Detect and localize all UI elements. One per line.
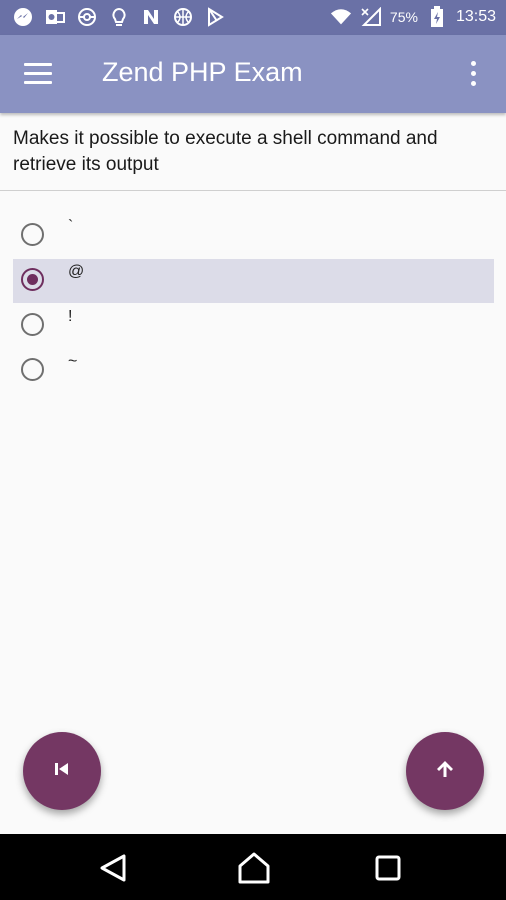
battery-percent: 75% <box>389 9 418 25</box>
skip-previous-icon <box>53 760 71 783</box>
app-title: Zend PHP Exam <box>102 57 303 87</box>
system-icons: 75% 13:53 <box>330 6 496 28</box>
radio-button[interactable] <box>21 223 44 246</box>
lightbulb-icon <box>108 6 130 28</box>
play-store-icon <box>204 6 226 28</box>
radio-button-checked[interactable] <box>21 268 44 291</box>
option-3[interactable]: ! <box>13 304 494 348</box>
answer-options: ` @ ! ~ <box>13 214 494 394</box>
menu-icon[interactable] <box>24 61 54 87</box>
clock: 13:53 <box>455 8 496 25</box>
arrow-up-icon <box>434 758 456 785</box>
app-bar: Zend PHP Exam <box>0 35 506 113</box>
outlook-icon <box>44 6 66 28</box>
signal-icon <box>360 6 382 28</box>
radio-button[interactable] <box>21 358 44 381</box>
n-app-icon <box>140 6 162 28</box>
previous-question-button[interactable] <box>23 732 101 810</box>
option-label: ` <box>68 218 74 235</box>
option-label: ! <box>68 308 73 325</box>
back-icon[interactable] <box>96 850 132 886</box>
status-bar: 75% 13:53 <box>0 0 506 35</box>
notification-icons <box>12 6 226 28</box>
radio-button[interactable] <box>21 313 44 336</box>
system-nav-bar <box>0 834 506 900</box>
wifi-icon <box>330 6 352 28</box>
option-1[interactable]: ` <box>13 214 494 258</box>
divider <box>0 190 506 191</box>
more-vert-icon[interactable] <box>464 61 484 89</box>
basketball-icon <box>172 6 194 28</box>
option-4[interactable]: ~ <box>13 349 494 393</box>
messenger-icon <box>12 6 34 28</box>
pokeball-icon <box>76 6 98 28</box>
submit-answer-button[interactable] <box>406 732 484 810</box>
option-label: ~ <box>68 353 78 370</box>
home-icon[interactable] <box>236 850 272 886</box>
battery-icon <box>426 6 448 28</box>
option-2[interactable]: @ <box>13 259 494 303</box>
question-text: Makes it possible to execute a shell com… <box>13 128 438 175</box>
option-label: @ <box>68 263 85 280</box>
recents-icon[interactable] <box>370 850 406 886</box>
